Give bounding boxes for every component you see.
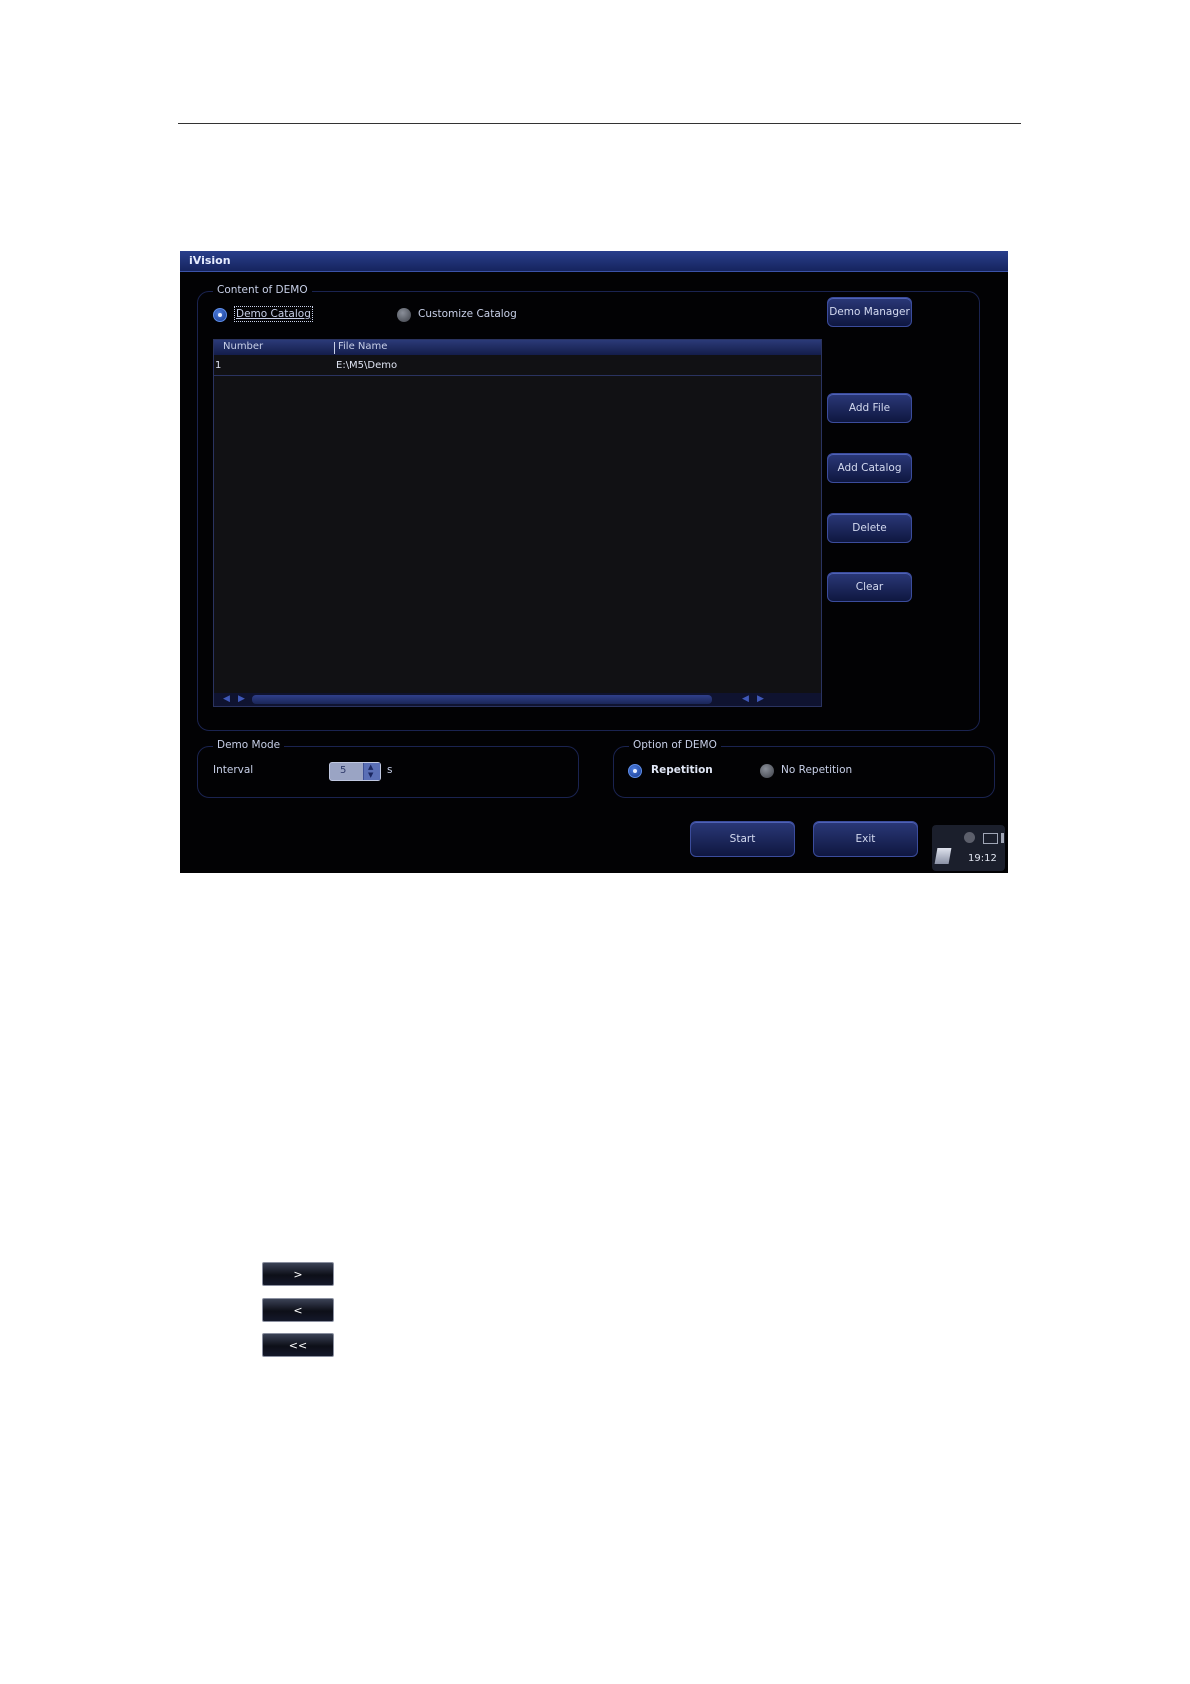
start-button[interactable]: Start [690,821,795,857]
scrollbar-thumb[interactable] [252,695,712,704]
stepper-down-icon[interactable]: ▼ [368,771,373,779]
window-title: iVision [189,254,231,267]
scroll-end-left-icon[interactable]: ◀ [742,694,749,704]
page-header-rule [178,123,1021,124]
row-file-name-cell: E:\M5\Demo [336,360,398,371]
column-header-file-name[interactable]: File Name [338,341,387,352]
customize-catalog-radio[interactable] [397,308,411,322]
previous-button[interactable]: < [262,1298,334,1322]
table-header: Number File Name [214,340,821,355]
stepper-up-icon[interactable]: ▲ [368,763,373,771]
row-number-cell: 1 [215,360,222,371]
content-group-label: Content of DEMO [213,284,312,296]
network-icon [964,832,975,843]
demo-manager-button[interactable]: Demo Manager [827,297,912,327]
ivision-window: iVision Content of DEMO Demo Catalog Cus… [180,251,1008,873]
delete-button[interactable]: Delete [827,513,912,543]
clear-button[interactable]: Clear [827,572,912,602]
printer-icon[interactable] [934,848,952,864]
display-icon [983,833,1004,844]
repetition-radio[interactable] [628,764,642,778]
interval-unit: s [387,764,393,776]
interval-label: Interval [213,764,254,776]
exit-button[interactable]: Exit [813,821,918,857]
interval-stepper[interactable]: 5 ▲ ▼ [329,762,381,781]
no-repetition-radio[interactable] [760,764,774,778]
option-of-demo-group: Option of DEMO Repetition No Repetition [613,739,995,798]
title-bar: iVision [180,251,1008,272]
demo-catalog-label[interactable]: Demo Catalog [234,306,313,322]
scroll-end-right-icon[interactable]: ▶ [757,694,764,704]
next-button[interactable]: > [262,1262,334,1286]
repetition-label[interactable]: Repetition [651,764,713,776]
customize-catalog-label[interactable]: Customize Catalog [418,308,517,320]
stepper-arrows[interactable]: ▲ ▼ [363,763,380,780]
add-file-button[interactable]: Add File [827,393,912,423]
horizontal-scrollbar[interactable]: ◀ ▶ ◀ ▶ [214,693,821,706]
scroll-left-icon[interactable]: ◀ [223,694,230,704]
content-of-demo-group: Content of DEMO Demo Catalog Customize C… [197,284,980,731]
column-header-number[interactable]: Number [223,341,263,352]
add-catalog-button[interactable]: Add Catalog [827,453,912,483]
no-repetition-label[interactable]: No Repetition [781,764,852,776]
interval-value[interactable]: 5 [340,765,346,776]
clock-time: 19:12 [968,853,997,864]
demo-mode-label: Demo Mode [213,739,285,751]
first-button[interactable]: << [262,1333,334,1357]
option-group-label: Option of DEMO [629,739,721,751]
demo-file-table[interactable]: Number File Name 1 E:\M5\Demo ◀ ▶ ◀ ▶ [213,339,822,707]
system-status-area: 19:12 [932,825,1005,871]
demo-mode-group: Demo Mode Interval 5 ▲ ▼ s [197,739,579,798]
column-separator[interactable] [334,342,335,354]
scroll-right-icon[interactable]: ▶ [238,694,245,704]
table-row[interactable]: 1 E:\M5\Demo [214,356,821,376]
demo-catalog-radio[interactable] [213,308,227,322]
